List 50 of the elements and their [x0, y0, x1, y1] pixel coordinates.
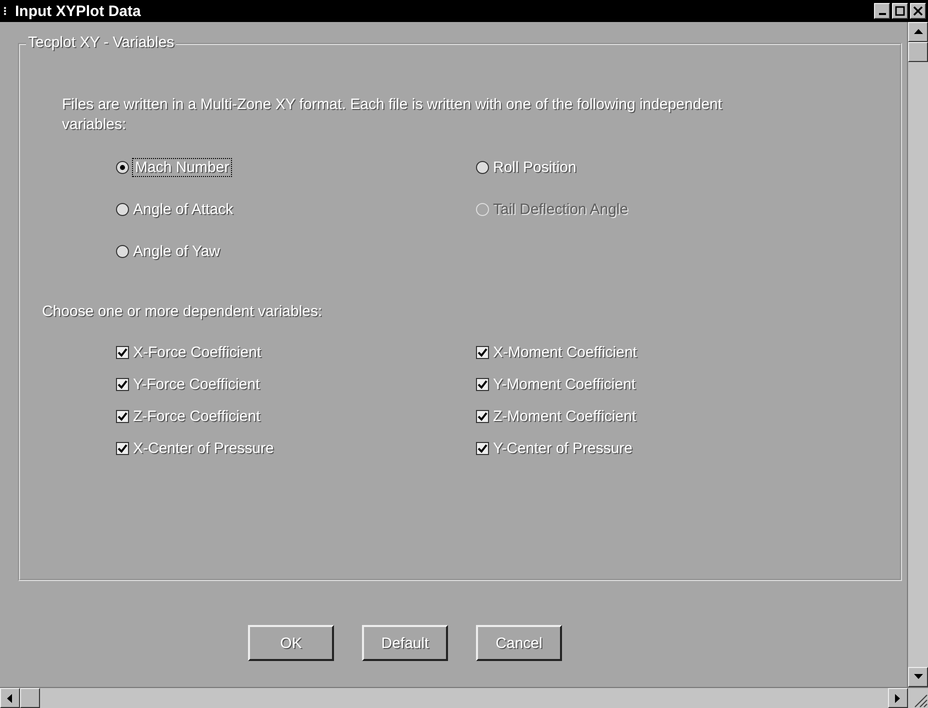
maximize-icon — [895, 6, 905, 16]
scroll-thumb[interactable] — [20, 688, 40, 708]
checkbox-label[interactable]: Z-Moment Coefficient — [493, 408, 636, 424]
checkbox[interactable] — [116, 410, 129, 422]
radio-button[interactable] — [116, 202, 129, 216]
radio-button[interactable] — [476, 160, 489, 174]
checkbox-label[interactable]: Y-Center of Pressure — [493, 440, 633, 456]
scroll-thumb[interactable] — [908, 42, 928, 62]
instruction-text: Choose one or more dependent variables: — [42, 303, 324, 320]
checkbox[interactable] — [116, 442, 129, 454]
system-menu-icon[interactable] — [4, 7, 9, 15]
checkbox[interactable] — [116, 378, 129, 390]
minimize-icon — [878, 13, 886, 15]
checkbox-label[interactable]: Y-Moment Coefficient — [493, 376, 636, 392]
horizontal-scrollbar[interactable] — [0, 687, 928, 708]
scroll-up-button[interactable] — [908, 22, 928, 42]
scroll-down-button[interactable] — [908, 667, 928, 687]
right-arrow-icon — [895, 694, 901, 702]
checkbox[interactable] — [116, 346, 129, 358]
checkbox[interactable] — [476, 442, 489, 454]
checkbox[interactable] — [476, 410, 489, 422]
instruction-text: Files are written in a Multi-Zone XY format. Each file is written with one of the following independent variables: — [62, 95, 724, 135]
default-button[interactable]: Default — [362, 625, 448, 661]
group-title: Tecplot XY - Variables — [26, 34, 176, 51]
vertical-scrollbar[interactable] — [907, 22, 928, 687]
checkbox[interactable] — [476, 346, 489, 358]
radio-label[interactable]: Angle of Yaw — [133, 242, 220, 260]
close-button[interactable] — [910, 3, 926, 19]
ok-button[interactable]: OK — [248, 625, 334, 661]
radio-label[interactable]: Roll Position — [493, 158, 576, 176]
checkbox-label[interactable]: X-Center of Pressure — [133, 440, 274, 456]
maximize-button[interactable] — [892, 3, 908, 19]
checkbox-label[interactable]: Y-Force Coefficient — [133, 376, 260, 392]
checkbox-label[interactable]: X-Force Coefficient — [133, 344, 262, 360]
up-arrow-icon — [914, 29, 922, 35]
checkbox-label[interactable]: Z-Force Coefficient — [133, 408, 260, 424]
cancel-button[interactable]: Cancel — [476, 625, 562, 661]
window-title: Input XYPlot Data — [15, 2, 142, 20]
minimize-button[interactable] — [874, 3, 890, 19]
left-arrow-icon — [7, 694, 13, 702]
close-icon — [913, 6, 923, 16]
radio-label[interactable]: Mach Number — [133, 158, 232, 176]
scroll-right-button[interactable] — [888, 688, 908, 708]
scroll-left-button[interactable] — [0, 688, 20, 708]
checkbox[interactable] — [476, 378, 489, 390]
down-arrow-icon — [914, 674, 922, 680]
radio-button[interactable] — [116, 244, 129, 258]
checkbox-label[interactable]: X-Moment Coefficient — [493, 344, 637, 360]
radio-label[interactable]: Angle of Attack — [133, 200, 234, 218]
radio-button[interactable] — [116, 160, 129, 174]
